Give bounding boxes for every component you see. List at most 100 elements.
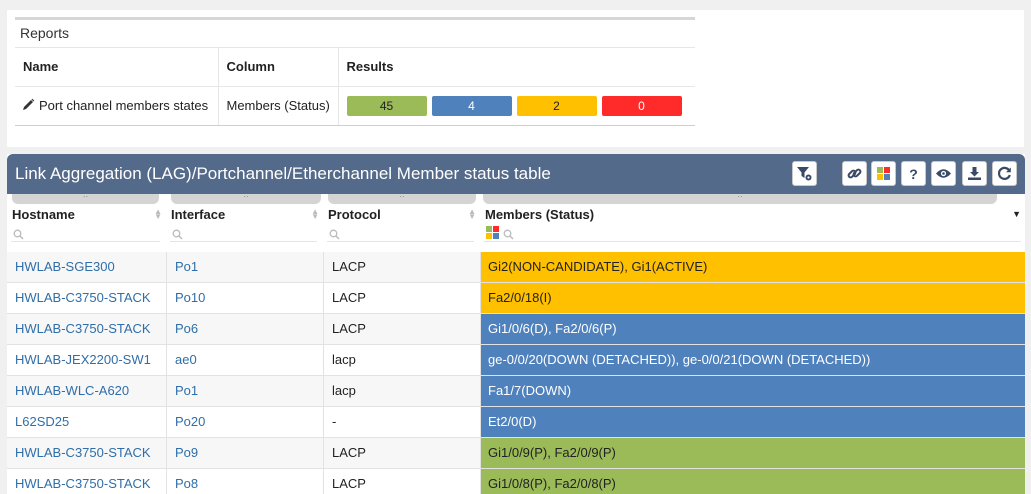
interface-link[interactable]: ae0 <box>166 345 323 375</box>
filter-settings-icon <box>796 165 813 182</box>
refresh-button[interactable] <box>992 161 1017 186</box>
interface-link[interactable]: Po6 <box>166 314 323 344</box>
help-button[interactable]: ? <box>901 161 926 186</box>
hostname-link[interactable]: HWLAB-JEX2200-SW1 <box>7 345 166 375</box>
sort-icon[interactable]: ▲ ▼ <box>468 208 476 221</box>
reports-col-column: Column <box>218 48 339 87</box>
filter-settings-button[interactable] <box>792 161 817 186</box>
hostname-link[interactable]: L62SD25 <box>7 407 166 437</box>
members-status-cell: ge-0/0/20(DOWN (DETACHED)), ge-0/0/21(DO… <box>480 345 1025 375</box>
interface-link[interactable]: Po1 <box>166 252 323 282</box>
table-row[interactable]: L62SD25 Po20 - Et2/0(D) <box>7 407 1025 438</box>
protocol-cell: lacp <box>323 376 480 406</box>
download-icon <box>967 166 982 181</box>
column-grip-members[interactable]: ·· <box>483 193 997 204</box>
col-header-protocol[interactable]: Protocol ▲ ▼ <box>323 204 480 244</box>
hostname-link[interactable]: HWLAB-WLC-A620 <box>7 376 166 406</box>
members-status-cell: Gi1/0/6(D), Fa2/0/6(P) <box>480 314 1025 344</box>
result-badge-yellow[interactable]: 2 <box>516 95 597 116</box>
interface-link[interactable]: Po8 <box>166 469 323 494</box>
report-name-cell[interactable]: Port channel members states <box>15 86 219 126</box>
help-icon: ? <box>909 165 918 182</box>
col-header-hostname[interactable]: Hostname ▲ ▼ <box>7 204 166 244</box>
protocol-cell: LACP <box>323 283 480 313</box>
members-status-cell: Et2/0(D) <box>480 407 1025 437</box>
search-icon <box>329 228 340 243</box>
col-title-interface: Interface <box>171 207 226 222</box>
color-palette-icon <box>876 166 891 181</box>
view-button[interactable] <box>931 161 956 186</box>
lag-panel-title: Link Aggregation (LAG)/Portchannel/Ether… <box>15 164 551 183</box>
download-button[interactable] <box>962 161 987 186</box>
lag-panel: Link Aggregation (LAG)/Portchannel/Ether… <box>7 154 1025 494</box>
protocol-cell: lacp <box>323 345 480 375</box>
col-title-hostname: Hostname <box>12 207 75 222</box>
col-header-members[interactable]: Members (Status) ▼ <box>480 204 1025 244</box>
reports-col-name: Name <box>15 48 219 87</box>
col-title-members: Members (Status) <box>485 207 595 222</box>
report-results: 45 4 2 0 <box>338 86 695 126</box>
protocol-cell: LACP <box>323 252 480 282</box>
result-badge-blue[interactable]: 4 <box>431 95 512 116</box>
reports-table: Name Column Results Port channel members… <box>15 48 695 126</box>
table-row[interactable]: HWLAB-C3750-STACK Po6 LACP Gi1/0/6(D), F… <box>7 314 1025 345</box>
table-row[interactable]: HWLAB-SGE300 Po1 LACP Gi2(NON-CANDIDATE)… <box>7 252 1025 283</box>
column-grip-protocol[interactable]: ·· <box>328 193 476 204</box>
reports-section: Reports Name Column Results Port channel… <box>15 17 695 126</box>
column-grip-interface[interactable]: ·· <box>171 193 321 204</box>
filter-protocol[interactable] <box>327 224 474 242</box>
members-status-cell: Gi1/0/8(P), Fa2/0/8(P) <box>480 469 1025 494</box>
column-grip-hostname[interactable]: ·· <box>12 193 159 204</box>
result-badge-green[interactable]: 45 <box>346 95 427 116</box>
table-row[interactable]: HWLAB-C3750-STACK Po8 LACP Gi1/0/8(P), F… <box>7 469 1025 494</box>
sort-icon[interactable]: ▲ ▼ <box>311 208 319 221</box>
col-title-protocol: Protocol <box>328 207 381 222</box>
eye-icon <box>935 167 952 180</box>
protocol-cell: LACP <box>323 438 480 468</box>
color-palette-button[interactable] <box>871 161 896 186</box>
members-status-cell: Gi1/0/9(P), Fa2/0/9(P) <box>480 438 1025 468</box>
interface-link[interactable]: Po10 <box>166 283 323 313</box>
hostname-link[interactable]: HWLAB-C3750-STACK <box>7 283 166 313</box>
link-icon <box>847 166 862 181</box>
table-row[interactable]: HWLAB-WLC-A620 Po1 lacp Fa1/7(DOWN) <box>7 376 1025 407</box>
color-filter-icon[interactable] <box>486 226 499 242</box>
filter-members[interactable] <box>484 224 1021 242</box>
lag-panel-header: Link Aggregation (LAG)/Portchannel/Ether… <box>7 154 1025 194</box>
report-row: Port channel members states Members (Sta… <box>15 86 695 126</box>
table-row[interactable]: HWLAB-C3750-STACK Po9 LACP Gi1/0/9(P), F… <box>7 438 1025 469</box>
table-row[interactable]: HWLAB-C3750-STACK Po10 LACP Fa2/0/18(I) <box>7 283 1025 314</box>
protocol-cell: LACP <box>323 469 480 494</box>
column-resize-grips: ·· ·· ·· ·· <box>7 193 1025 204</box>
result-badge-red[interactable]: 0 <box>601 95 682 116</box>
report-name: Port channel members states <box>39 98 209 113</box>
hostname-link[interactable]: HWLAB-C3750-STACK <box>7 469 166 494</box>
protocol-cell: - <box>323 407 480 437</box>
col-header-interface[interactable]: Interface ▲ ▼ <box>166 204 323 244</box>
members-status-cell: Gi2(NON-CANDIDATE), Gi1(ACTIVE) <box>480 252 1025 282</box>
filter-interface[interactable] <box>170 224 317 242</box>
protocol-cell: LACP <box>323 314 480 344</box>
hostname-link[interactable]: HWLAB-SGE300 <box>7 252 166 282</box>
caret-down-icon[interactable]: ▼ <box>1012 209 1021 219</box>
search-icon <box>503 228 514 243</box>
members-status-cell: Fa1/7(DOWN) <box>480 376 1025 406</box>
reports-col-results: Results <box>338 48 695 87</box>
interface-link[interactable]: Po20 <box>166 407 323 437</box>
hostname-link[interactable]: HWLAB-C3750-STACK <box>7 314 166 344</box>
search-icon <box>13 228 24 243</box>
hostname-link[interactable]: HWLAB-C3750-STACK <box>7 438 166 468</box>
refresh-icon <box>997 166 1012 181</box>
sort-icon[interactable]: ▲ ▼ <box>154 208 162 221</box>
report-column: Members (Status) <box>218 86 339 126</box>
members-status-cell: Fa2/0/18(I) <box>480 283 1025 313</box>
interface-link[interactable]: Po1 <box>166 376 323 406</box>
link-button[interactable] <box>842 161 867 186</box>
reports-panel: Reports Name Column Results Port channel… <box>7 10 1024 147</box>
reports-title: Reports <box>15 20 695 48</box>
pencil-icon[interactable] <box>22 98 35 111</box>
search-icon <box>172 228 183 243</box>
filter-hostname[interactable] <box>11 224 160 242</box>
interface-link[interactable]: Po9 <box>166 438 323 468</box>
table-row[interactable]: HWLAB-JEX2200-SW1 ae0 lacp ge-0/0/20(DOW… <box>7 345 1025 376</box>
